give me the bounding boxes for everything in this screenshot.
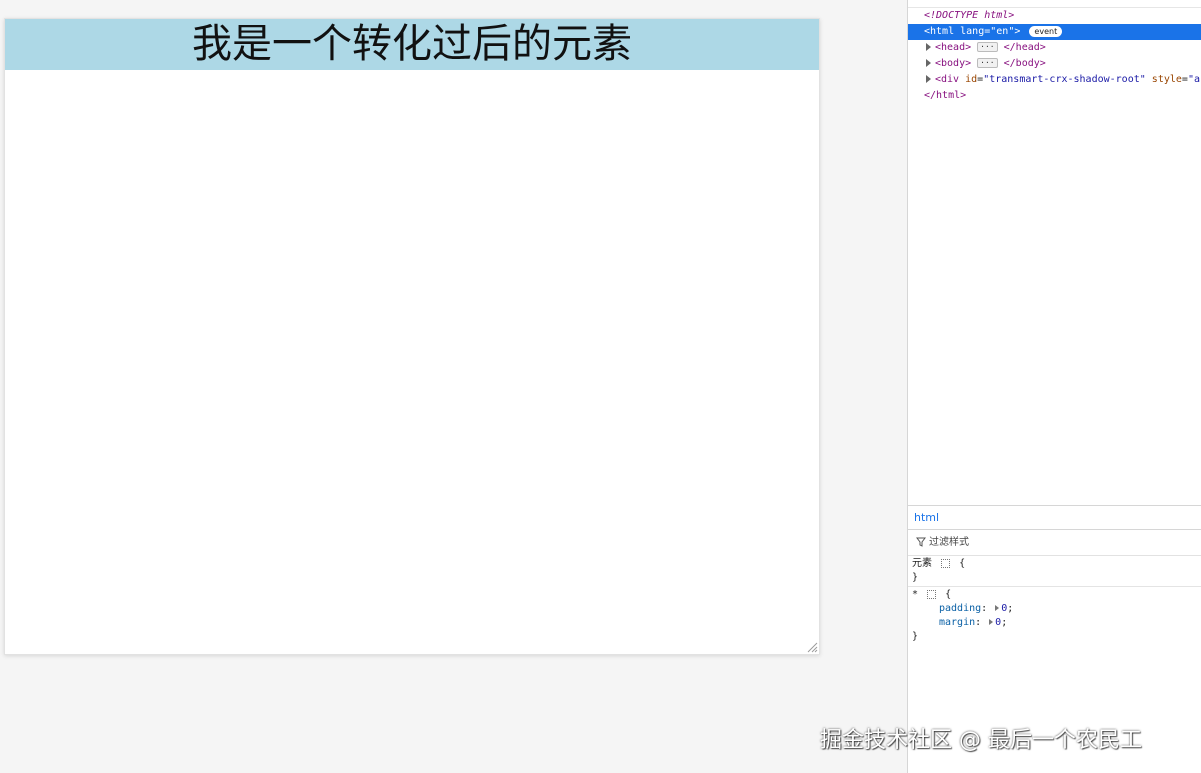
- styles-filter[interactable]: 过滤样式: [908, 530, 1201, 556]
- property-padding[interactable]: padding: 0;: [912, 602, 1198, 616]
- expand-shorthand-icon[interactable]: [989, 619, 994, 625]
- property-value[interactable]: 0: [1001, 603, 1007, 614]
- div-attr-style-name: style: [1151, 74, 1182, 85]
- div-node[interactable]: <div id="transmart-crx-shadow-root" styl…: [908, 72, 1201, 88]
- devtools-panel: <!DOCTYPE html> <html lang="en"> event <…: [907, 0, 1201, 773]
- expand-head-icon[interactable]: [926, 43, 931, 51]
- expand-body-icon[interactable]: [926, 59, 931, 67]
- open-brace: {: [945, 589, 952, 600]
- elements-tree: <!DOCTYPE html> <html lang="en"> event <…: [908, 0, 1201, 505]
- property-name: margin: [939, 617, 976, 628]
- body-close-tag: </body>: [1003, 58, 1046, 69]
- breadcrumb: html: [908, 505, 1201, 530]
- html-attr-name: lang: [960, 26, 985, 37]
- style-rule-icon[interactable]: [941, 558, 951, 568]
- html-tag-open: <html: [924, 26, 955, 37]
- close-brace: }: [912, 631, 919, 642]
- body-open-tag: <body>: [935, 58, 972, 69]
- property-margin[interactable]: margin: 0;: [912, 616, 1198, 630]
- doctype-node[interactable]: <!DOCTYPE html>: [908, 8, 1201, 24]
- filter-icon: [916, 537, 926, 547]
- style-rule-icon[interactable]: [927, 589, 937, 599]
- html-node[interactable]: <html lang="en"> event: [908, 24, 1201, 40]
- body-node[interactable]: <body> ··· </body>: [908, 56, 1201, 72]
- expand-div-icon[interactable]: [926, 75, 931, 83]
- head-node[interactable]: <head> ··· </head>: [908, 40, 1201, 56]
- event-badge[interactable]: event: [1029, 25, 1063, 37]
- div-attr-style-value: "a: [1187, 74, 1200, 85]
- transformed-element: 我是一个转化过后的元素: [5, 19, 819, 70]
- breadcrumb-item-html[interactable]: html: [914, 511, 939, 524]
- head-open-tag: <head>: [935, 42, 972, 53]
- element-style-selector: 元素: [912, 558, 932, 569]
- html-close-node[interactable]: </html>: [908, 88, 1201, 104]
- resizable-container[interactable]: 我是一个转化过后的元素: [4, 18, 820, 655]
- head-ellipsis[interactable]: ···: [977, 42, 998, 52]
- div-attr-id-value: "transmart-crx-shadow-root": [983, 74, 1146, 85]
- resize-grip-icon[interactable]: [806, 641, 818, 653]
- expand-shorthand-icon[interactable]: [995, 605, 1000, 611]
- property-value[interactable]: 0: [995, 617, 1001, 628]
- universal-rule[interactable]: * { padding: 0; margin: 0; }: [908, 586, 1201, 645]
- html-close-tag: </html>: [924, 90, 967, 101]
- body-ellipsis[interactable]: ···: [977, 58, 998, 68]
- styles-pane: 元素 { } * { padding: 0; margin: 0; }: [908, 556, 1201, 645]
- universal-selector: *: [912, 589, 919, 600]
- watermark: 掘金技术社区 @ 最后一个农民工: [820, 728, 1142, 753]
- filter-placeholder: 过滤样式: [929, 537, 969, 548]
- tree-top-divider: [908, 0, 1201, 8]
- doctype-text: <!DOCTYPE html>: [924, 10, 1015, 21]
- page-preview: 我是一个转化过后的元素: [0, 0, 907, 773]
- div-open-tag: <div: [935, 74, 960, 85]
- head-close-tag: </head>: [1003, 42, 1046, 53]
- div-attr-id-name: id: [965, 74, 978, 85]
- open-brace: {: [959, 558, 966, 569]
- close-brace: }: [912, 572, 919, 583]
- property-name: padding: [939, 603, 982, 614]
- element-style-rule[interactable]: 元素 { }: [908, 556, 1201, 586]
- html-attr-value: "en": [990, 26, 1015, 37]
- html-tag-close: >: [1014, 26, 1021, 37]
